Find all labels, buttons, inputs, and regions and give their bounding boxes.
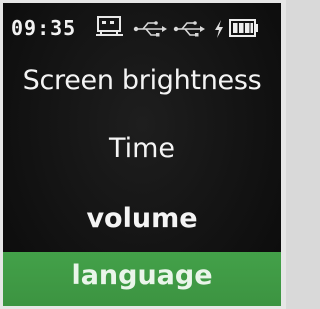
screen: 09:35 Screen brightness Time volume lang…	[3, 3, 281, 306]
menu-item-language[interactable]: language	[3, 256, 281, 296]
usb-icon	[173, 21, 205, 37]
menu-item-screen-brightness[interactable]: Screen brightness	[3, 61, 281, 101]
clock: 09:35	[11, 16, 77, 40]
charging-icon	[215, 20, 223, 38]
menu-item-time[interactable]: Time	[3, 129, 281, 169]
usb-icon	[133, 21, 167, 37]
device-frame: 09:35 Screen brightness Time volume lang…	[0, 0, 286, 309]
menu-item-volume[interactable]: volume	[3, 199, 281, 239]
battery-icon	[229, 19, 258, 37]
status-bar: 09:35	[3, 3, 281, 55]
computer-icon	[96, 16, 123, 36]
